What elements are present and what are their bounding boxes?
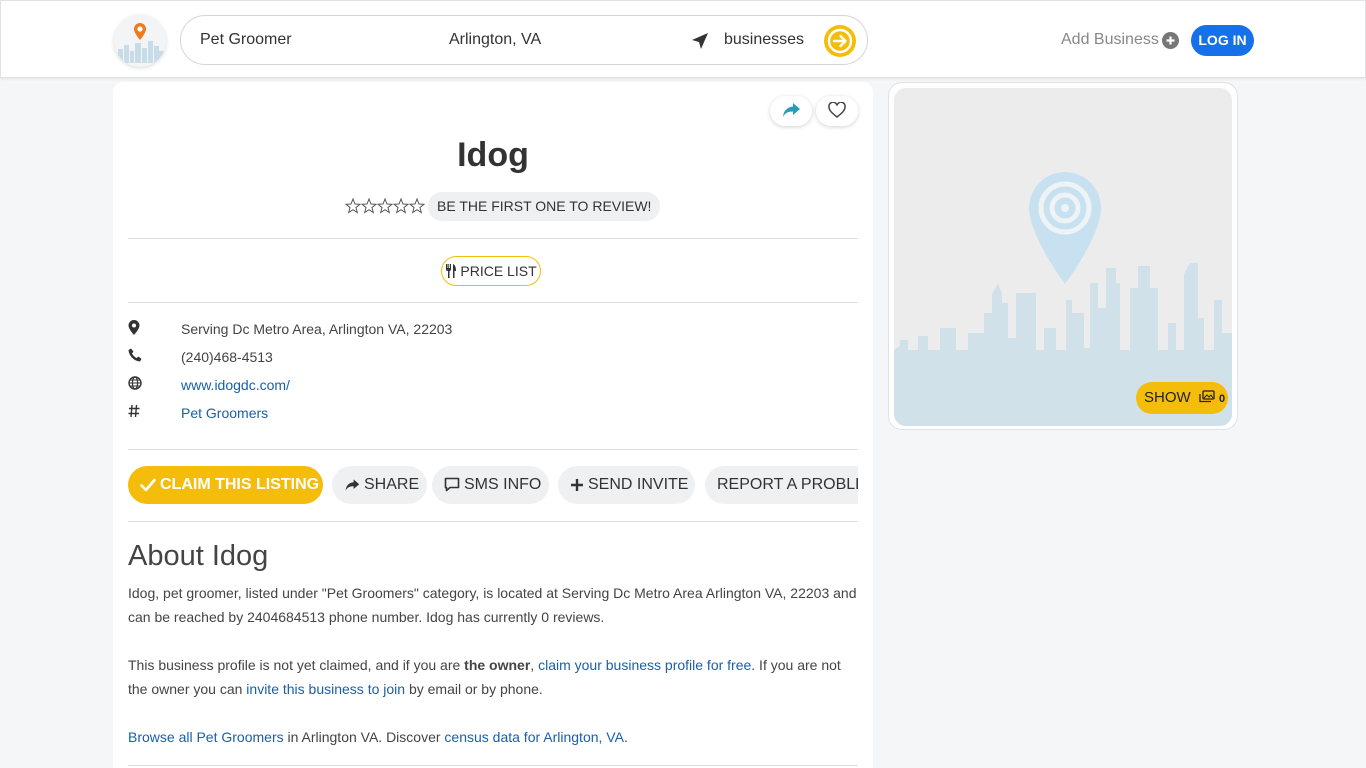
share-label: SHARE — [364, 476, 420, 493]
divider — [128, 765, 858, 766]
review-prompt-button[interactable]: BE THE FIRST ONE TO REVIEW! — [428, 192, 661, 221]
claim-listing-label: CLAIM THIS LISTING — [160, 476, 320, 493]
business-address: Serving Dc Metro Area, Arlington VA, 222… — [181, 321, 453, 337]
phone-row: (240)468-4513 — [128, 346, 828, 368]
search-query-input[interactable] — [200, 28, 430, 52]
login-button[interactable]: LOG IN — [1191, 25, 1254, 56]
invite-business-link[interactable]: invite this business to join — [246, 681, 405, 697]
report-problem-label: REPORT A PROBLEM — [717, 476, 858, 493]
plus-circle-icon[interactable] — [1162, 32, 1179, 49]
divider — [128, 238, 858, 239]
share-icon — [783, 102, 800, 117]
category-row: Pet Groomers — [128, 402, 828, 424]
website-row: www.idogdc.com/ — [128, 374, 828, 396]
search-bar — [180, 15, 868, 65]
photo-count: 0 — [1219, 393, 1226, 405]
claim-paragraph: This business profile is not yet claimed… — [128, 653, 863, 701]
search-submit-button[interactable] — [824, 25, 856, 57]
action-bar: CLAIM THIS LISTING SHARE SMS INFO SEND I… — [128, 466, 858, 506]
divider — [128, 521, 858, 522]
about-heading: About Idog — [128, 540, 269, 572]
owner-text: the owner — [464, 657, 531, 673]
show-photos-button[interactable]: SHOW 0 — [1136, 382, 1228, 414]
globe-icon — [128, 376, 142, 392]
utensils-icon — [446, 264, 457, 278]
browse-category-link[interactable]: Browse all Pet Groomers — [128, 729, 284, 745]
arrow-right-icon — [827, 28, 853, 54]
claim-text-4: by email or by phone. — [405, 681, 543, 697]
share-icon-button[interactable] — [770, 96, 812, 126]
heart-icon — [828, 101, 846, 118]
show-photos-label: SHOW — [1144, 389, 1191, 406]
divider — [128, 449, 858, 450]
claim-profile-link[interactable]: claim your business profile for free — [538, 657, 751, 673]
claim-listing-button[interactable]: CLAIM THIS LISTING — [128, 466, 323, 504]
photo-placeholder[interactable]: SHOW 0 — [894, 88, 1232, 426]
business-phone[interactable]: (240)468-4513 — [181, 349, 273, 365]
price-list-label: PRICE LIST — [460, 263, 537, 279]
location-arrow-icon[interactable] — [689, 30, 711, 52]
business-name: Idog — [457, 136, 529, 174]
browse-text-1: in Arlington VA. Discover — [283, 729, 445, 745]
about-paragraph: Idog, pet groomer, listed under "Pet Gro… — [128, 585, 857, 625]
send-invite-label: SEND INVITE — [588, 476, 689, 493]
census-data-link[interactable]: census data for Arlington, VA — [444, 729, 624, 745]
browse-text-2: . — [623, 729, 628, 745]
favorite-button[interactable] — [816, 96, 858, 126]
address-row: Serving Dc Metro Area, Arlington VA, 222… — [128, 318, 828, 340]
divider — [128, 302, 858, 303]
share-button[interactable]: SHARE — [332, 466, 427, 504]
add-business-link[interactable]: Add Business — [1061, 31, 1159, 49]
site-logo[interactable] — [114, 15, 166, 67]
price-list-button[interactable]: PRICE LIST — [441, 256, 541, 286]
business-website-link[interactable]: www.idogdc.com/ — [181, 377, 290, 393]
claim-text-2: , — [530, 657, 539, 673]
report-problem-button[interactable]: REPORT A PROBLEM — [705, 466, 858, 504]
plus-icon — [571, 479, 583, 491]
search-location-input[interactable] — [449, 28, 659, 52]
check-icon — [140, 478, 156, 492]
business-card: Idog BE THE FIRST ONE TO REVIEW! PRICE L… — [113, 82, 873, 768]
sms-info-button[interactable]: SMS INFO — [432, 466, 549, 504]
rating-stars[interactable] — [344, 197, 426, 214]
comment-icon — [444, 477, 460, 492]
sms-info-label: SMS INFO — [464, 476, 542, 493]
photo-card: SHOW 0 — [888, 82, 1238, 430]
city-placeholder-icon — [894, 172, 1232, 426]
business-category-link[interactable]: Pet Groomers — [181, 405, 268, 421]
send-invite-button[interactable]: SEND INVITE — [558, 466, 695, 504]
hashtag-icon — [128, 404, 142, 420]
search-type-select[interactable] — [724, 28, 834, 52]
images-icon — [1199, 390, 1215, 403]
phone-icon — [128, 348, 142, 364]
share-icon — [345, 479, 360, 491]
map-marker-icon — [128, 320, 142, 336]
claim-text-1: This business profile is not yet claimed… — [128, 657, 465, 673]
top-header: Add Business LOG IN — [0, 0, 1366, 78]
browse-paragraph: Browse all Pet Groomers in Arlington VA.… — [128, 725, 863, 749]
